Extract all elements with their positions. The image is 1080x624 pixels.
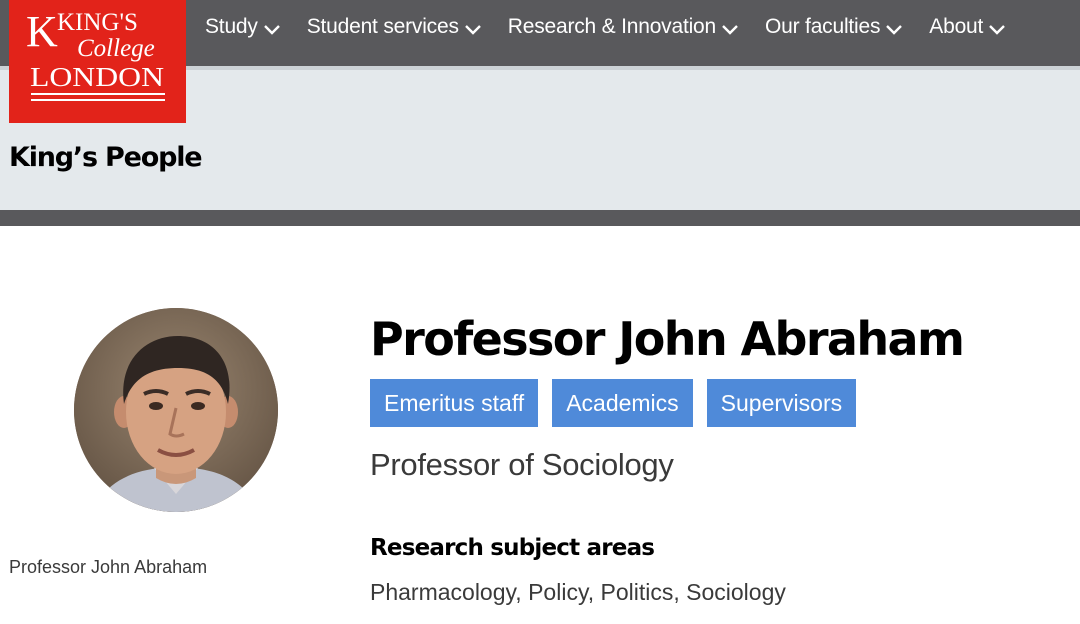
nav-item-label: Research & Innovation xyxy=(507,15,717,38)
research-subject-areas-heading: Research subject areas xyxy=(370,535,655,561)
nav-item-student-services[interactable]: Student services xyxy=(307,15,482,39)
logo-line-college: College xyxy=(77,35,155,62)
tag-supervisors[interactable]: Supervisors xyxy=(706,379,857,427)
nav-item-research-innovation[interactable]: Research & Innovation xyxy=(508,15,739,39)
job-title: Professor of Sociology xyxy=(370,447,674,482)
chevron-down-icon xyxy=(263,20,281,38)
logo-rule-upper xyxy=(31,93,165,95)
tag-emeritus-staff[interactable]: Emeritus staff xyxy=(370,379,539,427)
chevron-down-icon xyxy=(721,20,739,38)
logo-letter-k: K xyxy=(26,7,58,56)
site-title[interactable]: King’s People xyxy=(9,142,203,173)
chevron-down-icon xyxy=(885,20,903,38)
photo-caption: Professor John Abraham xyxy=(9,557,208,577)
nav-item-label: Our faculties xyxy=(765,15,881,38)
kings-college-london-logo[interactable]: K KING'S College LONDON xyxy=(9,0,186,123)
logo-line-kings: KING'S xyxy=(57,9,138,36)
chevron-down-icon xyxy=(464,20,482,38)
profile-photo xyxy=(74,308,278,512)
nav-item-label: About xyxy=(929,15,984,38)
nav-item-label: Study xyxy=(205,15,258,38)
profile-name: Professor John Abraham xyxy=(370,312,965,366)
research-subject-areas-list: Pharmacology, Policy, Politics, Sociolog… xyxy=(370,579,786,605)
nav-item-about[interactable]: About xyxy=(929,15,1006,39)
nav-item-study[interactable]: Study xyxy=(205,15,281,39)
logo-line-london: LONDON xyxy=(30,62,164,92)
nav-item-our-faculties[interactable]: Our faculties xyxy=(765,15,903,39)
chevron-down-icon xyxy=(988,20,1006,38)
title-band-divider xyxy=(0,210,1080,226)
tag-academics[interactable]: Academics xyxy=(552,379,693,427)
nav-item-label: Student services xyxy=(306,15,459,38)
staff-category-tags: Emeritus staff Academics Supervisors xyxy=(370,379,870,427)
logo-rule-lower xyxy=(31,99,165,101)
main-menu: Study Student services Research & Innova… xyxy=(205,0,1006,54)
